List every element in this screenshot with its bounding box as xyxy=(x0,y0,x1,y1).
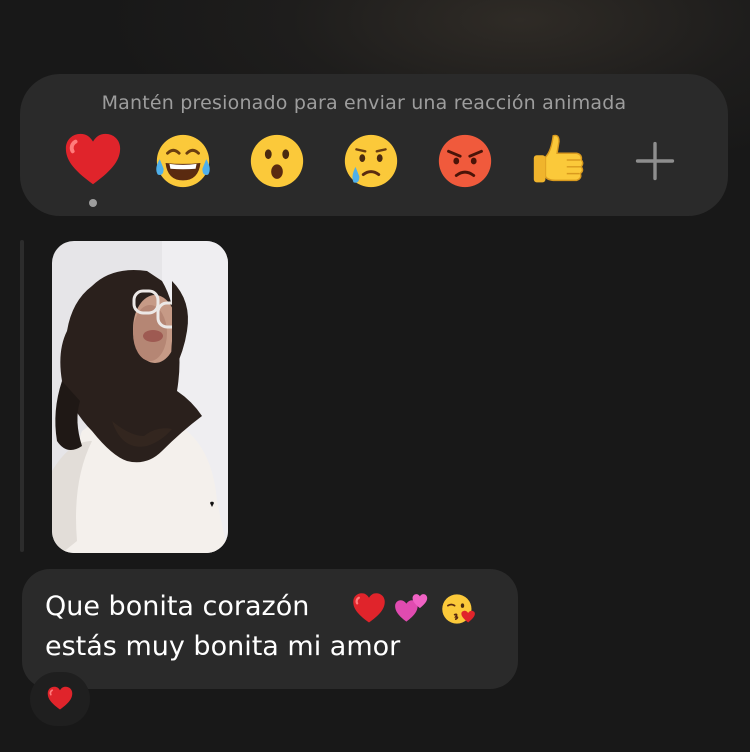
message-reaction-badge[interactable] xyxy=(30,672,90,726)
reaction-crying[interactable] xyxy=(336,126,406,196)
reaction-add-more[interactable] xyxy=(620,126,690,196)
plus-icon xyxy=(635,141,675,181)
tears-of-joy-icon xyxy=(156,134,210,188)
reaction-angry[interactable] xyxy=(430,126,500,196)
selected-reaction-dot xyxy=(89,199,97,207)
thumbs-up-icon xyxy=(533,134,584,183)
reaction-tears-of-joy[interactable] xyxy=(148,126,218,196)
face-blowing-kiss-icon xyxy=(442,594,475,624)
message-line-1: Que bonita corazón xyxy=(45,591,309,622)
red-heart-icon xyxy=(353,593,385,623)
reply-thread-line xyxy=(20,240,24,552)
reaction-thumbs-up[interactable] xyxy=(524,126,594,196)
red-heart-icon xyxy=(47,686,73,710)
angry-icon xyxy=(438,134,492,188)
message-text-1: Que bonita corazón xyxy=(45,591,310,622)
red-heart-icon xyxy=(65,133,121,185)
reaction-red-heart[interactable] xyxy=(58,126,128,196)
reaction-bar: Mantén presionado para enviar una reacci… xyxy=(20,74,728,216)
message-bubble[interactable]: Que bonita corazón estás muy bonita mi a… xyxy=(22,569,518,689)
surprised-icon xyxy=(250,134,304,188)
reaction-row xyxy=(20,126,728,207)
two-hearts-icon xyxy=(395,594,428,622)
photo-image xyxy=(52,241,228,553)
shared-photo[interactable] xyxy=(52,241,228,553)
message-text-2: estás muy bonita mi amor xyxy=(45,631,401,662)
crying-icon xyxy=(344,134,398,188)
reaction-hint: Mantén presionado para enviar una reacci… xyxy=(101,92,627,114)
message-line-2: estás muy bonita mi amor xyxy=(45,631,400,662)
reaction-surprised[interactable] xyxy=(242,126,312,196)
